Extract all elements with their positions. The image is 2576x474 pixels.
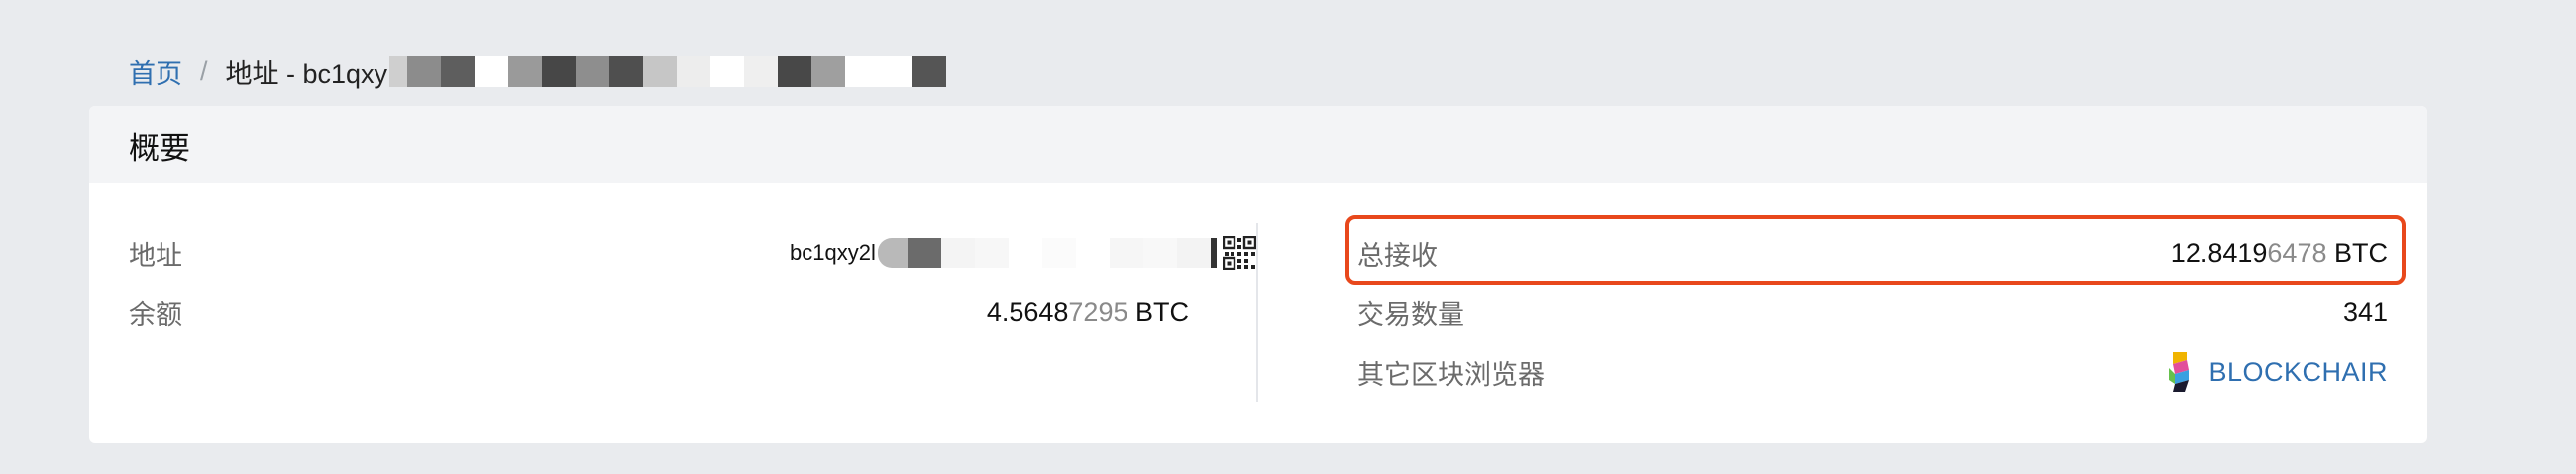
blockchair-label: BLOCKCHAIR: [2208, 356, 2388, 387]
tx-count-value: 341: [2342, 296, 2388, 327]
breadcrumb: 首页 / 地址 - bc1qxy: [129, 52, 947, 91]
breadcrumb-separator: /: [200, 56, 208, 86]
card-title: 概要: [129, 130, 190, 166]
left-column: 地址 bc1qxy2l 余额 4.5648 7295 BTC: [129, 223, 1268, 342]
address-label: 地址: [129, 240, 182, 271]
explorers-value: BLOCKCHAIR: [2165, 350, 2388, 394]
total-received-main: 12.8419: [2170, 237, 2268, 268]
balance-muted: 7295: [1068, 296, 1128, 327]
summary-card: 概要 地址 bc1qxy2l 余额 4.5648 7295 BTC 总接收 12…: [89, 106, 2427, 443]
total-received-label: 总接收: [1357, 240, 1438, 271]
tx-count-label: 交易数量: [1357, 299, 1464, 330]
address-row: 地址 bc1qxy2l: [129, 223, 1268, 283]
total-received-value: 12.8419 6478 BTC: [2171, 238, 2388, 269]
total-received-unit: BTC: [2334, 237, 2388, 268]
card-header: 概要: [89, 106, 2427, 183]
balance-unit: BTC: [1135, 296, 1189, 327]
blockchair-logo-icon: [2169, 352, 2190, 392]
redacted-address-value-mask: [877, 238, 1217, 268]
redacted-address-mask: [389, 56, 947, 87]
address-value: bc1qxy2l: [790, 236, 1256, 270]
tx-count-row: 交易数量 341: [1357, 283, 2388, 342]
address-prefix: bc1qxy2l: [790, 240, 876, 265]
column-divider: [1256, 223, 1258, 402]
balance-row: 余额 4.5648 7295 BTC: [129, 283, 1268, 342]
right-column: 总接收 12.8419 6478 BTC 交易数量 341 其它区块浏览器 BL…: [1345, 215, 2406, 402]
total-received-muted: 6478: [2267, 237, 2327, 268]
explorers-label: 其它区块浏览器: [1357, 359, 1545, 390]
total-received-row: 总接收 12.8419 6478 BTC: [1345, 215, 2406, 285]
breadcrumb-current: 地址 - bc1qxy: [225, 59, 388, 89]
explorers-row: 其它区块浏览器 BLOCKCHAIR: [1357, 342, 2388, 402]
balance-value: 4.5648 7295 BTC: [987, 297, 1189, 328]
balance-main: 4.5648: [986, 296, 1069, 327]
qr-code-icon[interactable]: [1222, 236, 1256, 270]
blockchair-link[interactable]: BLOCKCHAIR: [2165, 350, 2388, 394]
balance-label: 余额: [129, 299, 182, 330]
breadcrumb-home-link[interactable]: 首页: [129, 53, 182, 91]
page: 首页 / 地址 - bc1qxy 概要 地址 bc1qxy2l 余额 4.564…: [0, 0, 2576, 474]
